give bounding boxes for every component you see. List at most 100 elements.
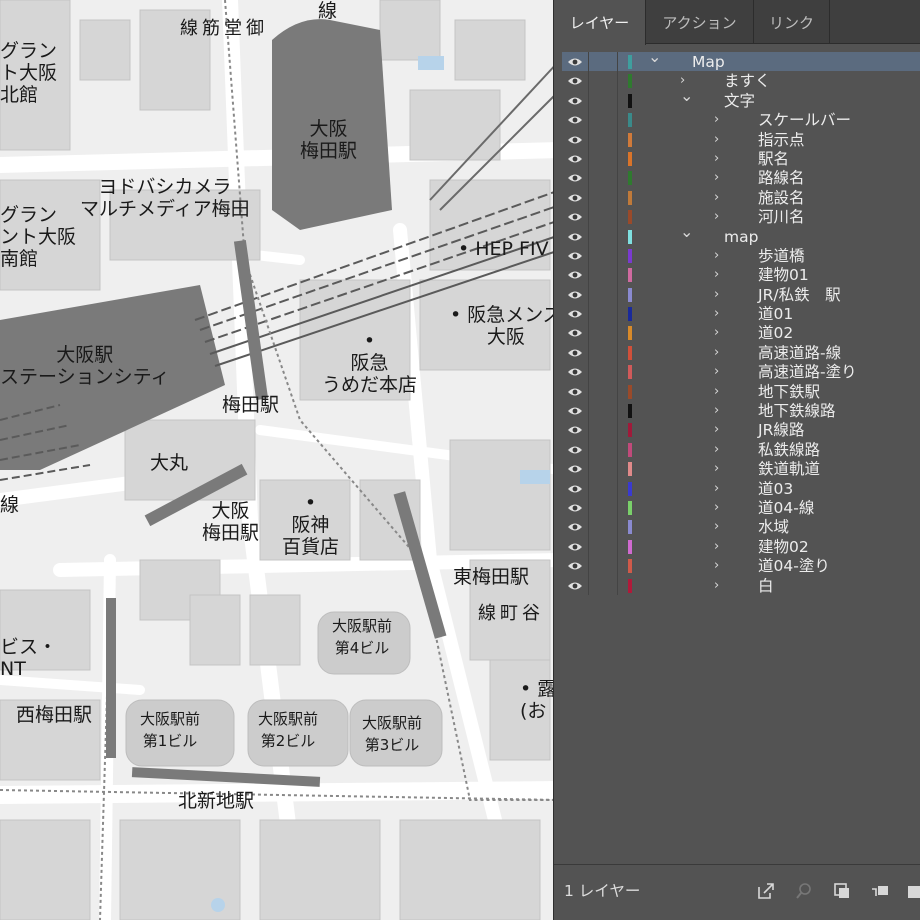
layer-name[interactable]: 施設名 bbox=[758, 188, 805, 207]
layer-name[interactable]: 高速道路-線 bbox=[758, 343, 841, 362]
chevron-right-icon[interactable]: › bbox=[714, 285, 719, 304]
layer-row[interactable]: › 地下鉄駅 bbox=[562, 381, 920, 402]
chevron-down-icon[interactable]: ⌄ bbox=[648, 47, 661, 66]
chevron-right-icon[interactable]: › bbox=[714, 382, 719, 401]
visibility-eye-icon[interactable] bbox=[567, 290, 583, 300]
chevron-right-icon[interactable]: › bbox=[714, 168, 719, 187]
visibility-eye-icon[interactable] bbox=[567, 173, 583, 183]
chevron-right-icon[interactable]: › bbox=[714, 420, 719, 439]
search-icon[interactable] bbox=[794, 881, 814, 901]
chevron-right-icon[interactable]: › bbox=[714, 556, 719, 575]
chevron-right-icon[interactable]: › bbox=[714, 188, 719, 207]
layer-name[interactable]: 私鉄線路 bbox=[758, 440, 820, 459]
visibility-eye-icon[interactable] bbox=[567, 135, 583, 145]
layer-name[interactable]: 文字 bbox=[724, 91, 755, 110]
layer-row[interactable]: › 道04-線 bbox=[562, 497, 920, 518]
chevron-right-icon[interactable]: › bbox=[714, 246, 719, 265]
visibility-eye-icon[interactable] bbox=[567, 464, 583, 474]
layer-name[interactable]: 地下鉄線路 bbox=[758, 401, 836, 420]
visibility-eye-icon[interactable] bbox=[567, 115, 583, 125]
layer-row[interactable]: › 地下鉄線路 bbox=[562, 401, 920, 421]
layer-row[interactable]: › 指示点 bbox=[562, 129, 920, 149]
layer-name[interactable]: JR/私鉄 駅 bbox=[758, 285, 841, 304]
chevron-right-icon[interactable]: › bbox=[714, 498, 719, 517]
tab-layers[interactable]: レイヤー bbox=[554, 0, 646, 45]
new-sublayer-icon[interactable] bbox=[870, 881, 890, 901]
layer-row[interactable]: › 建物01 bbox=[562, 265, 920, 285]
visibility-eye-icon[interactable] bbox=[567, 387, 583, 397]
visibility-eye-icon[interactable] bbox=[567, 309, 583, 319]
visibility-eye-icon[interactable] bbox=[567, 406, 583, 416]
chevron-right-icon[interactable]: › bbox=[714, 130, 719, 149]
chevron-right-icon[interactable]: › bbox=[714, 440, 719, 459]
layer-name[interactable]: 路線名 bbox=[758, 168, 805, 187]
layer-name[interactable]: 地下鉄駅 bbox=[758, 382, 820, 401]
layer-row[interactable]: ⌄ 文字 bbox=[562, 86, 920, 111]
layer-row[interactable]: › 道04-塗り bbox=[562, 556, 920, 576]
layer-name[interactable]: 建物02 bbox=[758, 537, 809, 556]
visibility-eye-icon[interactable] bbox=[567, 581, 583, 591]
tab-actions[interactable]: アクション bbox=[646, 0, 754, 44]
layer-row[interactable]: › 施設名 bbox=[562, 187, 920, 208]
visibility-eye-icon[interactable] bbox=[567, 367, 583, 377]
layer-row[interactable]: › 建物02 bbox=[562, 536, 920, 557]
layer-name[interactable]: ますく bbox=[724, 71, 771, 90]
layer-row[interactable]: ⌄ Map bbox=[562, 47, 920, 72]
chevron-down-icon[interactable]: ⌄ bbox=[680, 222, 693, 241]
layer-row[interactable]: › 路線名 bbox=[562, 168, 920, 188]
layer-name[interactable]: 道04-塗り bbox=[758, 556, 830, 575]
visibility-eye-icon[interactable] bbox=[567, 328, 583, 338]
chevron-down-icon[interactable]: ⌄ bbox=[680, 86, 693, 105]
visibility-eye-icon[interactable] bbox=[567, 542, 583, 552]
new-layer-icon[interactable] bbox=[904, 881, 920, 901]
layer-name[interactable]: 鉄道軌道 bbox=[758, 459, 820, 478]
layer-row[interactable]: › 歩道橋 bbox=[562, 245, 920, 266]
visibility-eye-icon[interactable] bbox=[567, 57, 583, 67]
layer-name[interactable]: 道01 bbox=[758, 304, 793, 323]
visibility-eye-icon[interactable] bbox=[567, 251, 583, 261]
visibility-eye-icon[interactable] bbox=[567, 425, 583, 435]
layer-row[interactable]: › 白 bbox=[562, 575, 920, 595]
visibility-eye-icon[interactable] bbox=[567, 270, 583, 280]
visibility-eye-icon[interactable] bbox=[567, 76, 583, 86]
visibility-eye-icon[interactable] bbox=[567, 522, 583, 532]
layer-row[interactable]: › ますく bbox=[562, 71, 920, 91]
visibility-eye-icon[interactable] bbox=[567, 445, 583, 455]
chevron-right-icon[interactable]: › bbox=[714, 265, 719, 284]
chevron-right-icon[interactable]: › bbox=[714, 576, 719, 595]
layer-name[interactable]: 駅名 bbox=[758, 149, 789, 168]
layer-name[interactable]: 指示点 bbox=[758, 130, 805, 149]
layer-row[interactable]: ⌄ map bbox=[562, 222, 920, 246]
layer-row[interactable]: › 道02 bbox=[562, 323, 920, 343]
layer-name[interactable]: 道02 bbox=[758, 323, 793, 342]
layer-row[interactable]: › 高速道路-塗り bbox=[562, 362, 920, 382]
chevron-right-icon[interactable]: › bbox=[714, 343, 719, 362]
tab-links[interactable]: リンク bbox=[754, 0, 830, 44]
layer-name[interactable]: 歩道橋 bbox=[758, 246, 805, 265]
chevron-right-icon[interactable]: › bbox=[714, 517, 719, 536]
layer-row[interactable]: › 鉄道軌道 bbox=[562, 459, 920, 479]
layer-row[interactable]: › 駅名 bbox=[562, 148, 920, 169]
layer-name[interactable]: 建物01 bbox=[758, 265, 809, 284]
visibility-eye-icon[interactable] bbox=[567, 561, 583, 571]
layer-name[interactable]: 道04-線 bbox=[758, 498, 814, 517]
layer-row[interactable]: › 道01 bbox=[562, 304, 920, 324]
chevron-right-icon[interactable]: › bbox=[714, 110, 719, 129]
chevron-right-icon[interactable]: › bbox=[714, 401, 719, 420]
chevron-right-icon[interactable]: › bbox=[714, 479, 719, 498]
export-icon[interactable] bbox=[756, 881, 776, 901]
layer-name[interactable]: 白 bbox=[758, 576, 774, 595]
visibility-eye-icon[interactable] bbox=[567, 212, 583, 222]
visibility-eye-icon[interactable] bbox=[567, 232, 583, 242]
chevron-right-icon[interactable]: › bbox=[714, 459, 719, 478]
chevron-right-icon[interactable]: › bbox=[714, 149, 719, 168]
chevron-right-icon[interactable]: › bbox=[714, 323, 719, 342]
visibility-eye-icon[interactable] bbox=[567, 96, 583, 106]
layer-row[interactable]: › JR線路 bbox=[562, 420, 920, 440]
visibility-eye-icon[interactable] bbox=[567, 348, 583, 358]
layer-name[interactable]: スケールバー bbox=[758, 110, 851, 129]
chevron-right-icon[interactable]: › bbox=[714, 537, 719, 556]
layer-name[interactable]: JR線路 bbox=[758, 420, 804, 439]
layer-name[interactable]: 高速道路-塗り bbox=[758, 362, 857, 381]
chevron-right-icon[interactable]: › bbox=[714, 304, 719, 323]
